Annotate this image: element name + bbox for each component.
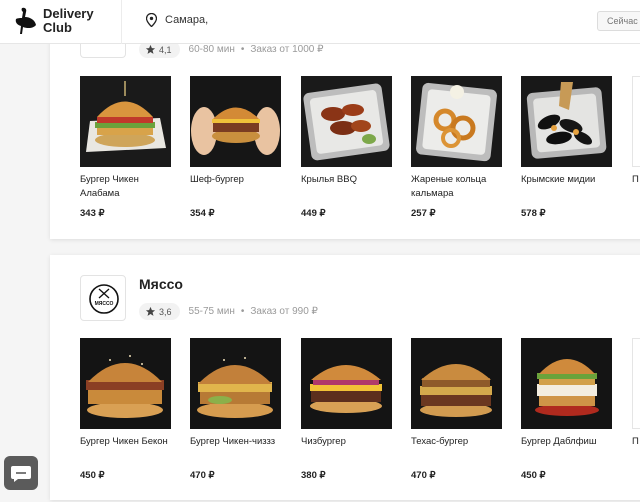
address-text: Самара, [165, 14, 209, 26]
dish-card[interactable]: Крылья BBQ 449 ₽ [301, 76, 392, 219]
dish-image [632, 76, 640, 167]
brand-line-1: Delivery [43, 6, 94, 21]
dish-name: Бургер Чикен-чиззз [190, 436, 276, 447]
dish-name: П [632, 436, 639, 447]
dish-image [80, 338, 171, 429]
dish-image [521, 338, 612, 429]
dish-card[interactable]: Крымские мидии 578 ₽ [521, 76, 612, 219]
dish-price: 257 ₽ [411, 208, 436, 219]
dish-name: Бургер Даблфиш [521, 436, 597, 447]
dish-name: Бургер Чикен Бекон [80, 436, 168, 447]
restaurant-meta: 3,6 55-75 мин • Заказ от 990 ₽ [139, 303, 318, 320]
ostrich-icon [15, 7, 36, 35]
dish-card[interactable]: Бургер Даблфиш 450 ₽ [521, 338, 612, 481]
top-header: Delivery Club Самара, Сейчас [0, 0, 640, 44]
dish-price: 470 ₽ [190, 470, 215, 481]
rating-value: 3,6 [159, 306, 172, 317]
dish-image [632, 338, 640, 429]
dish-price: 380 ₽ [301, 470, 326, 481]
star-icon [145, 306, 156, 316]
rating-badge: 3,6 [139, 303, 180, 320]
dish-image [411, 338, 502, 429]
dish-price: 354 ₽ [190, 208, 215, 219]
separator-dot: • [240, 306, 245, 317]
dish-name: Крымские мидии [521, 174, 596, 185]
dish-card[interactable]: Бургер Чикен Алабама 343 ₽ [80, 76, 171, 219]
restaurant-name[interactable]: Мяссо [139, 276, 183, 292]
dish-name: Жареные кольца кальмара [411, 174, 487, 199]
logo-text: МЯССО [95, 301, 114, 307]
dish-price: 343 ₽ [80, 208, 105, 219]
rating-value: 4,1 [159, 44, 172, 55]
delivery-club-logo[interactable]: Delivery Club [0, 0, 122, 44]
dish-name: Бургер Чикен Алабама [80, 174, 139, 199]
dish-name: Шеф-бургер [190, 174, 244, 185]
dish-image [521, 76, 612, 167]
dish-name: Техас-бургер [411, 436, 469, 447]
chat-icon [11, 466, 31, 482]
dish-price: 470 ₽ [411, 470, 436, 481]
min-order: Заказ от 990 ₽ [250, 306, 318, 317]
dish-image [411, 76, 502, 167]
dish-card[interactable]: Техас-бургер 470 ₽ [411, 338, 502, 481]
support-chat-button[interactable] [4, 456, 38, 490]
dish-image [80, 76, 171, 167]
dish-image [301, 76, 392, 167]
star-icon [145, 44, 156, 54]
dish-card[interactable]: Жареные кольца кальмара 257 ₽ [411, 76, 502, 219]
min-order: Заказ от 1000 ₽ [250, 44, 324, 55]
dish-image [190, 76, 281, 167]
brand-line-2: Club [43, 20, 72, 35]
dish-card[interactable]: П [632, 76, 640, 201]
restaurant-logo[interactable]: МЯССО [80, 275, 126, 321]
address-selector[interactable]: Самара, [146, 13, 208, 27]
dish-name: Крылья BBQ [301, 174, 357, 185]
dish-price: 578 ₽ [521, 208, 546, 219]
dish-name: П [632, 174, 639, 185]
dish-card[interactable]: П [632, 338, 640, 463]
dish-card[interactable]: Шеф-бургер 354 ₽ [190, 76, 281, 219]
dish-image [301, 338, 392, 429]
dish-price: 450 ₽ [80, 470, 105, 481]
dish-name: Чизбургер [301, 436, 346, 447]
brand-name: Delivery Club [43, 7, 94, 35]
myasso-logo-icon: МЯССО [89, 284, 119, 314]
delivery-time: 55-75 мин [188, 306, 235, 317]
location-pin-icon [146, 13, 157, 27]
dish-image [190, 338, 281, 429]
separator-dot: • [240, 44, 245, 55]
dish-price: 449 ₽ [301, 208, 326, 219]
delivery-time-button[interactable]: Сейчас [597, 11, 640, 31]
delivery-time: 60-80 мин [188, 44, 235, 55]
dish-card[interactable]: Чизбургер 380 ₽ [301, 338, 392, 481]
dish-price: 450 ₽ [521, 470, 546, 481]
dish-card[interactable]: Бургер Чикен-чиззз 470 ₽ [190, 338, 281, 481]
dish-card[interactable]: Бургер Чикен Бекон 450 ₽ [80, 338, 171, 481]
